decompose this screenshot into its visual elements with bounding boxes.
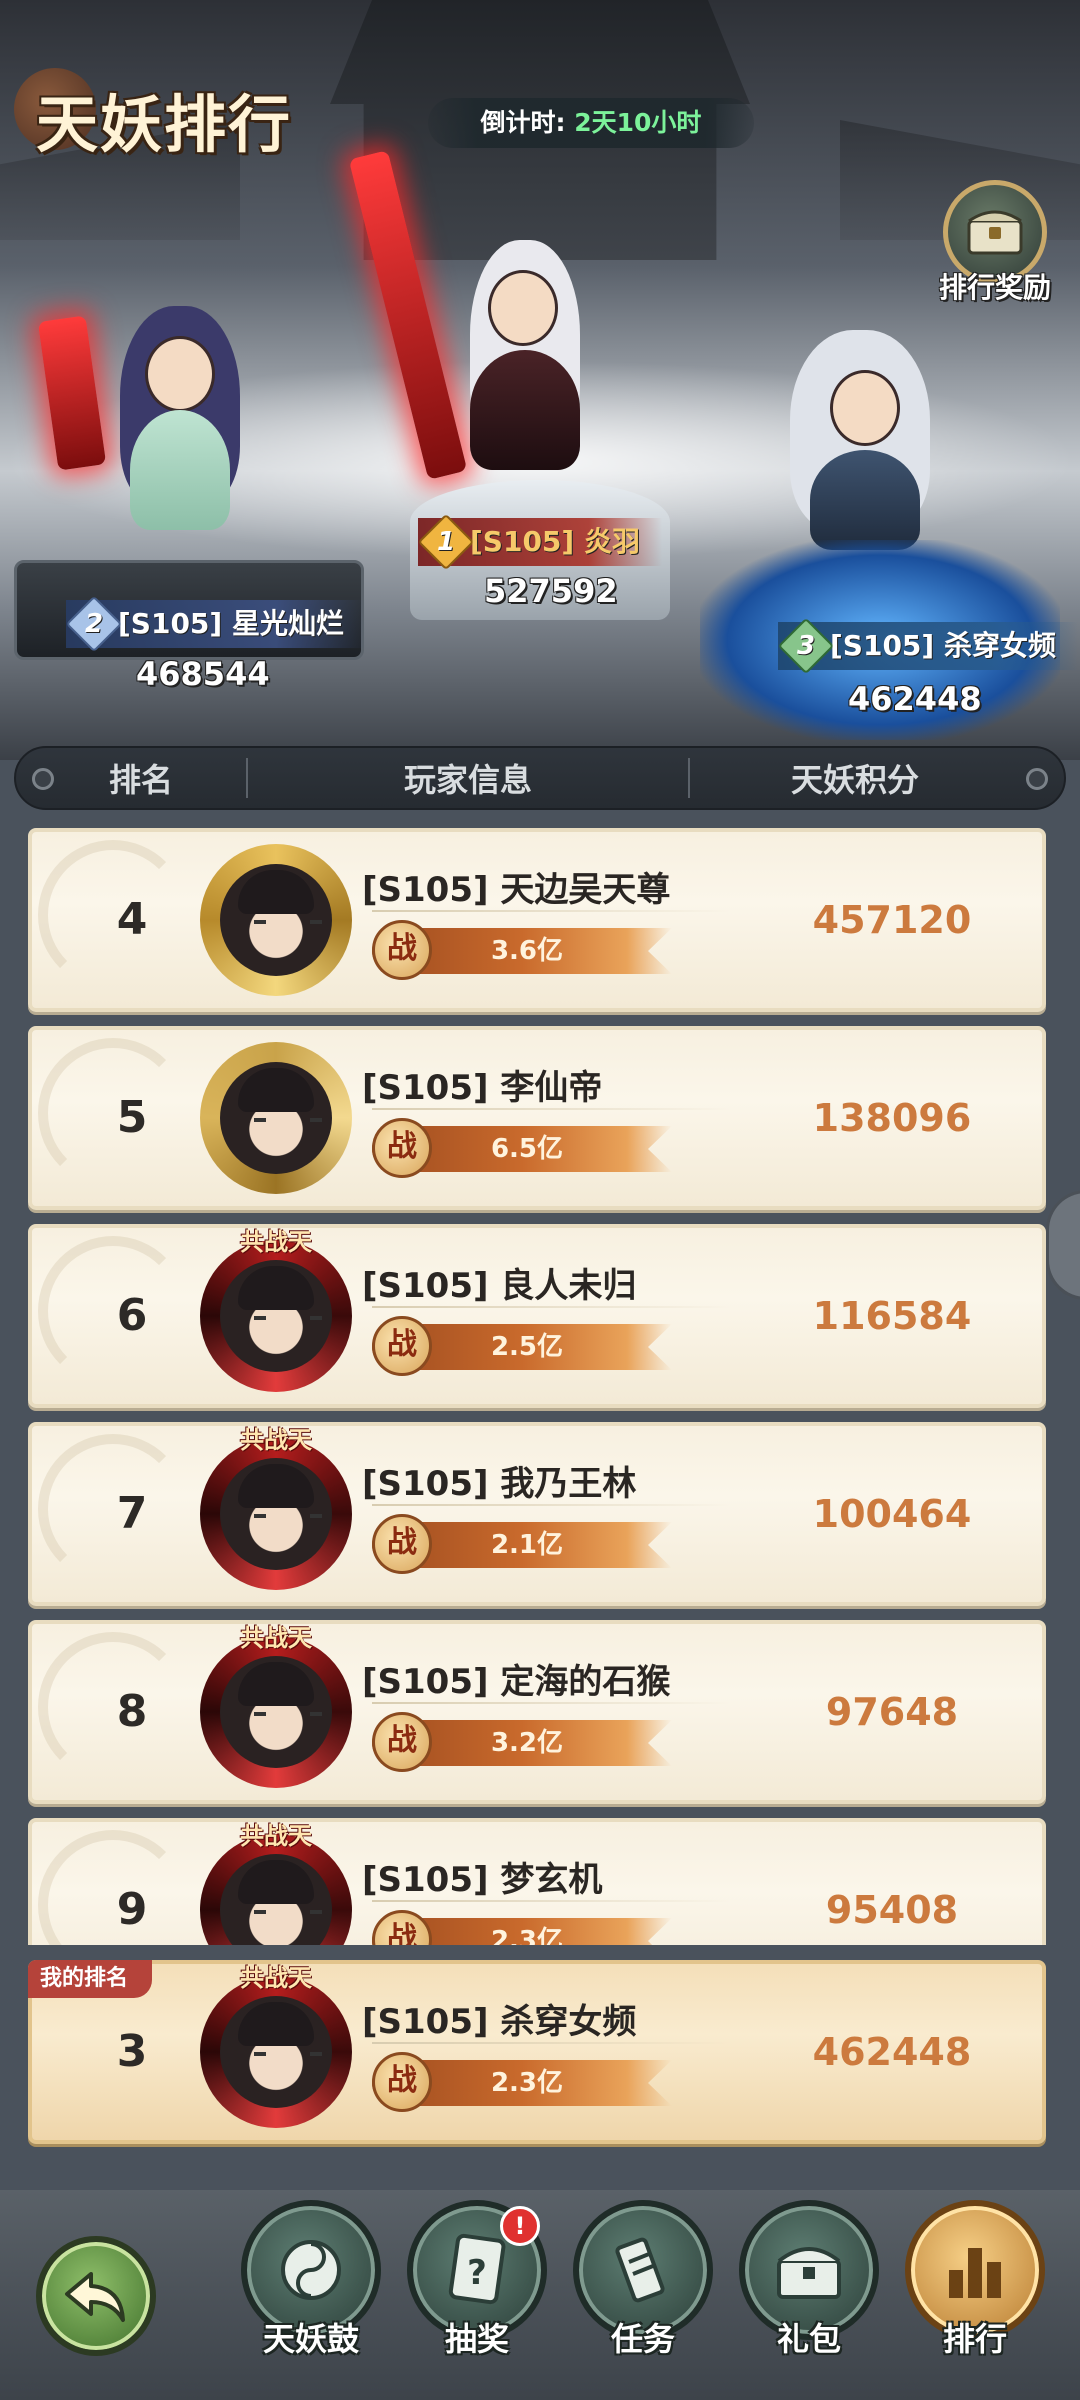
- table-row[interactable]: 9 共战天 [S105] 梦玄机 战 2.3亿 95408: [28, 1818, 1046, 1945]
- name-divider: [372, 1900, 732, 1902]
- podium-name-3: 3 [S105] 杀穿女频: [777, 617, 1078, 675]
- battle-icon: 战: [372, 1514, 432, 1574]
- player-name: [S105] 良人未归: [362, 1266, 637, 1306]
- table-row[interactable]: 4 [S105] 天边吴天尊 战 3.6亿 457120: [28, 828, 1046, 1012]
- countdown-value: 2天10小时: [574, 108, 702, 137]
- row-score: 138096: [812, 1096, 972, 1140]
- nav-drum-label: 天妖鼓: [262, 2320, 359, 2358]
- row-rank: 6: [116, 1290, 148, 1341]
- row-score: 100464: [812, 1492, 972, 1536]
- avatar[interactable]: [200, 844, 352, 996]
- podium-name-2: 2 [S105] 星光灿烂: [65, 595, 366, 653]
- player-name: [S105] 定海的石猴: [362, 1662, 671, 1702]
- podium-character-3[interactable]: [760, 330, 960, 550]
- name-divider: [372, 2042, 732, 2044]
- podium-character-1[interactable]: [430, 240, 610, 480]
- countdown-label: 倒计时:: [480, 108, 575, 137]
- col-rank: 排名: [108, 761, 173, 799]
- table-header: 排名 玩家信息 天妖积分: [14, 746, 1066, 810]
- avatar-frame-badge: 共战天: [240, 1623, 312, 1652]
- nav-gift[interactable]: 礼包: [734, 2200, 884, 2380]
- player-name: [S105] 李仙帝: [362, 1068, 603, 1108]
- avatar-frame-badge: 共战天: [240, 1963, 312, 1992]
- power-value: 2.5亿: [490, 1332, 564, 1362]
- name-divider: [372, 910, 732, 912]
- battle-icon: 战: [372, 920, 432, 980]
- player-name: [S105] 天边吴天尊: [362, 870, 671, 910]
- battle-icon: 战: [372, 1712, 432, 1772]
- col-score: 天妖积分: [790, 761, 919, 799]
- row-score: 457120: [812, 898, 972, 942]
- col-player: 玩家信息: [403, 761, 532, 799]
- avatar-frame-badge: 共战天: [240, 1425, 312, 1454]
- countdown-timer: 倒计时: 2天10小时: [428, 98, 754, 148]
- rank-reward-button[interactable]: 排行奖励: [920, 180, 1070, 310]
- power-value: 2.3亿: [490, 1926, 564, 1945]
- player-name: [S105] 梦玄机: [362, 1860, 603, 1900]
- avatar[interactable]: 共战天: [200, 1623, 352, 1788]
- my-score: 462448: [812, 2030, 972, 2074]
- ranking-list[interactable]: 4 [S105] 天边吴天尊 战 3.6亿 457120 5 [S105] 李仙…: [0, 822, 1080, 1945]
- power-value: 2.1亿: [490, 1530, 564, 1560]
- header-dot-right: [1026, 768, 1048, 790]
- svg-text:?: ?: [467, 2253, 487, 2293]
- my-rank-number: 3: [116, 2026, 148, 2077]
- battle-icon: 战: [372, 1118, 432, 1178]
- podium-name-1: 1 [S105] 炎羽: [417, 513, 662, 571]
- row-score: 97648: [825, 1690, 959, 1734]
- row-score: 95408: [825, 1888, 959, 1932]
- avatar[interactable]: 共战天: [200, 1963, 352, 2128]
- nav-gift-label: 礼包: [776, 2320, 841, 2358]
- my-player-name: [S105] 杀穿女频: [362, 2002, 637, 2042]
- table-row[interactable]: 8 共战天 [S105] 定海的石猴 战 3.2亿 97648: [28, 1620, 1046, 1804]
- my-rank-row[interactable]: 我的排名 3 共战天 [S105] 杀穿女频 战 2.3亿 462448: [28, 1960, 1046, 2144]
- podium-score-3: 462448: [848, 680, 982, 718]
- battle-icon: 战: [372, 1910, 432, 1945]
- back-button[interactable]: [36, 2236, 156, 2356]
- power-value: 3.6亿: [490, 936, 564, 966]
- nav-ranking[interactable]: 排行: [900, 2200, 1050, 2380]
- nav-task[interactable]: 任务: [568, 2200, 718, 2380]
- nav-drum[interactable]: 天妖鼓: [236, 2200, 386, 2380]
- avatar-frame-badge: 共战天: [240, 1227, 312, 1256]
- battle-icon: 战: [372, 2052, 432, 2112]
- avatar[interactable]: 共战天: [200, 1821, 352, 1945]
- back-arrow-icon: [65, 2272, 125, 2322]
- row-score: 116584: [812, 1294, 972, 1338]
- my-power-value: 2.3亿: [490, 2068, 564, 2098]
- ranking-scene: 1 [S105] 炎羽 527592 2 [S105] 星光灿烂 468544 …: [0, 0, 1080, 760]
- name-divider: [372, 1306, 732, 1308]
- notification-badge: !: [500, 2206, 540, 2246]
- battle-icon: 战: [372, 1316, 432, 1376]
- nav-task-label: 任务: [610, 2320, 675, 2358]
- podium-score-1: 527592: [484, 572, 618, 610]
- nav-ranking-label: 排行: [942, 2320, 1007, 2358]
- row-rank: 4: [116, 894, 148, 945]
- table-row[interactable]: 5 [S105] 李仙帝 战 6.5亿 138096: [28, 1026, 1046, 1210]
- row-rank: 5: [116, 1092, 148, 1143]
- row-rank: 8: [116, 1686, 148, 1737]
- row-rank: 9: [116, 1884, 148, 1935]
- power-value: 3.2亿: [490, 1728, 564, 1758]
- name-divider: [372, 1702, 732, 1704]
- header-dot-left: [32, 768, 54, 790]
- player-name: [S105] 我乃王林: [362, 1464, 637, 1504]
- nav-lottery-label: 抽奖: [444, 2320, 509, 2358]
- page-title: 天妖排行: [14, 62, 314, 172]
- avatar-frame-badge: 共战天: [240, 1821, 312, 1850]
- avatar[interactable]: [200, 1042, 352, 1194]
- row-rank: 7: [116, 1488, 148, 1539]
- podium-score-2: 468544: [136, 655, 270, 693]
- name-divider: [372, 1108, 732, 1110]
- name-divider: [372, 1504, 732, 1506]
- table-row[interactable]: 6 共战天 [S105] 良人未归 战 2.5亿 116584: [28, 1224, 1046, 1408]
- table-row[interactable]: 7 共战天 [S105] 我乃王林 战 2.1亿 100464: [28, 1422, 1046, 1606]
- avatar[interactable]: 共战天: [200, 1227, 352, 1392]
- power-value: 6.5亿: [490, 1134, 564, 1164]
- podium-character-2[interactable]: [100, 300, 260, 540]
- avatar[interactable]: 共战天: [200, 1425, 352, 1590]
